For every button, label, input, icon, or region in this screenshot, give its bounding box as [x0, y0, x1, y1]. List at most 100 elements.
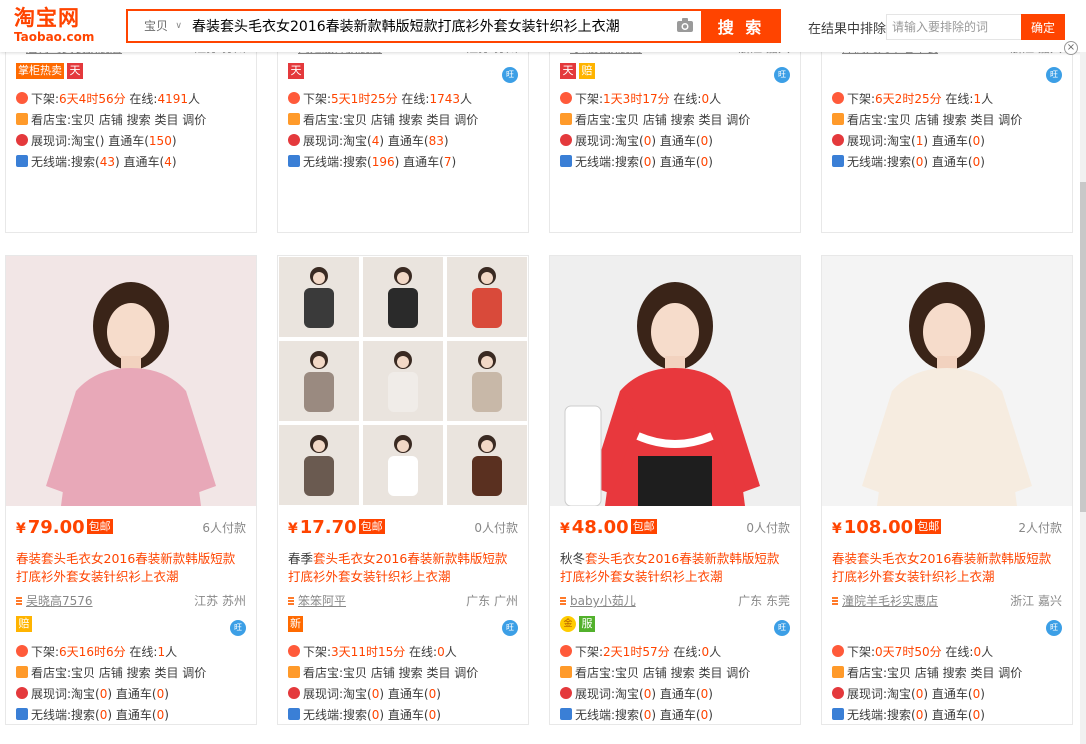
product-image[interactable] — [6, 256, 256, 506]
product-image[interactable] — [550, 256, 800, 506]
wangwang-chat-icon[interactable]: 旺 — [502, 620, 518, 636]
service-badge[interactable]: 赔 — [579, 63, 595, 79]
delist-time: 6天2时25分 — [875, 92, 942, 106]
service-badge[interactable]: 服 — [579, 616, 595, 632]
shop-tools-row[interactable]: 看店宝:宝贝 店铺 搜索 类目 调价 — [560, 110, 790, 131]
shop-name-link[interactable]: 潼院羊毛衫实惠店 — [832, 594, 938, 608]
person-icon — [288, 687, 300, 699]
search-box: 宝贝 ∨ 搜 索 — [126, 9, 781, 43]
online-unit: 人 — [981, 92, 994, 106]
keyword-close: ) — [171, 134, 177, 148]
shop-tool-icon — [16, 113, 28, 125]
product-card[interactable]: ¥79.00 包邮 6人付款 春装套头毛衣女2016春装新款韩版短款打底衫外套女装针织… — [5, 255, 257, 725]
product-card[interactable]: ¥108.00 包邮 2人付款 春装套头毛衣女2016春装新款韩版短款打底衫外套女装针… — [821, 255, 1073, 725]
shop-tools-row[interactable]: 看店宝:宝贝 店铺 搜索 类目 调价 — [832, 663, 1062, 684]
delist-label: 下架: — [847, 92, 876, 106]
online-unit: 人 — [709, 645, 722, 659]
scrollbar-thumb[interactable] — [1080, 182, 1086, 512]
service-badge[interactable]: 天 — [560, 63, 576, 79]
wangwang-chat-icon[interactable]: 旺 — [502, 67, 518, 83]
search-button[interactable]: 搜 索 — [701, 9, 781, 43]
online-count: 1 — [973, 92, 982, 106]
camera-icon[interactable] — [676, 17, 694, 33]
item-title-link[interactable]: 春季套头毛衣女2016春装新款韩版短款打底衫外套女装针织衫上衣潮 — [288, 551, 507, 584]
delist-time: 1天3时17分 — [603, 92, 670, 106]
shop-tools-row[interactable]: 看店宝:宝贝 店铺 搜索 类目 调价 — [288, 110, 518, 131]
wangwang-chat-icon[interactable]: 旺 — [1046, 67, 1062, 83]
service-badge[interactable]: 天 — [67, 63, 83, 79]
shop-tools-row[interactable]: 看店宝:宝贝 店铺 搜索 类目 调价 — [16, 110, 246, 131]
item-title-link[interactable]: 秋冬套头毛衣女2016春装新款韩版短款打底衫外套女装针织衫上衣潮 — [560, 551, 779, 584]
wangwang-chat-icon[interactable]: 旺 — [774, 620, 790, 636]
service-badge[interactable]: 天 — [288, 63, 304, 79]
item-title-link[interactable]: 春装套头毛衣女2016春装新款韩版短款打底衫外套女装针织衫上衣潮 — [16, 551, 235, 584]
wireless-close: ) — [171, 155, 177, 169]
shop-name-link[interactable]: 笨笨阿平 — [288, 594, 346, 608]
wangwang-chat-icon[interactable]: 旺 — [774, 67, 790, 83]
product-image[interactable] — [822, 256, 1072, 506]
keyword-close: ) — [980, 687, 985, 701]
product-info: ¥79.00 包邮 6人付款 春装套头毛衣女2016春装新款韩版短款打底衫外套女装针织… — [6, 506, 256, 724]
close-icon[interactable]: × — [1064, 41, 1078, 55]
keyword-label: 展现词:淘宝( — [31, 134, 100, 148]
free-shipping-badge: 包邮 — [630, 519, 657, 534]
keyword-label: 展现词:淘宝( — [847, 687, 916, 701]
clock-icon — [832, 92, 844, 104]
wireless-label: 无线端:搜索( — [303, 708, 372, 722]
shop-tools-row[interactable]: 看店宝:宝贝 店铺 搜索 类目 调价 — [288, 663, 518, 684]
shop-tools-links: 看店宝:宝贝 店铺 搜索 类目 调价 — [303, 666, 479, 680]
phone-icon — [832, 155, 844, 167]
clock-icon — [16, 645, 28, 657]
price-row: ¥17.70 包邮 0人付款 — [288, 506, 518, 550]
service-badge[interactable]: 掌柜热卖 — [16, 63, 64, 79]
sales-count: 0人付款 — [746, 521, 790, 535]
delist-time: 0天7时50分 — [875, 645, 942, 659]
product-image[interactable] — [278, 256, 528, 506]
shop-tools-row[interactable]: 看店宝:宝贝 店铺 搜索 类目 调价 — [832, 110, 1062, 131]
keyword-label: 展现词:淘宝( — [303, 687, 372, 701]
keyword-row: 展现词:淘宝() 直通车(150) — [16, 131, 246, 152]
shop-location: 广东 广州 — [466, 594, 518, 608]
wireless-row: 无线端:搜索(0) 直通车(0) — [16, 705, 246, 724]
wireless-search-count: 196 — [371, 155, 395, 169]
online-count: 1 — [157, 645, 166, 659]
product-card[interactable]: ¥48.00 包邮 0人付款 秋冬套头毛衣女2016春装新款韩版短款打底衫外套女装针织… — [549, 255, 801, 725]
product-info: ¥48.00 包邮 0人付款 秋冬套头毛衣女2016春装新款韩版短款打底衫外套女装针织… — [550, 506, 800, 724]
delist-time: 5天1时25分 — [331, 92, 398, 106]
keyword-row: 展现词:淘宝(0) 直通车(0) — [16, 684, 246, 705]
keyword-row: 展现词:淘宝(4) 直通车(83) — [288, 131, 518, 152]
exclude-input[interactable] — [886, 14, 1022, 40]
wangwang-chat-icon[interactable]: 旺 — [230, 620, 246, 636]
person-icon — [560, 134, 572, 146]
wireless-row: 无线端:搜索(0) 直通车(0) — [832, 705, 1062, 724]
keyword-close: ) — [708, 687, 713, 701]
shop-tools-links: 看店宝:宝贝 店铺 搜索 类目 调价 — [303, 113, 479, 127]
wireless-row: 无线端:搜索(0) 直通车(0) — [832, 152, 1062, 173]
search-input[interactable] — [192, 11, 672, 41]
service-badge[interactable]: 金 — [560, 616, 576, 632]
online-label: 在线: — [941, 645, 974, 659]
shop-tools-row[interactable]: 看店宝:宝贝 店铺 搜索 类目 调价 — [560, 663, 790, 684]
delist-row: 下架:6天16时6分 在线:1人 — [16, 642, 246, 663]
search-scope-dropdown[interactable]: 宝贝 ∨ — [128, 11, 192, 41]
service-badge[interactable]: 新 — [288, 616, 303, 632]
wireless-mid: ) 直通车( — [394, 155, 444, 169]
product-card[interactable]: ¥17.70 包邮 0人付款 春季套头毛衣女2016春装新款韩版短款打底衫外套女装针织… — [277, 255, 529, 725]
wireless-row: 无线端:搜索(0) 直通车(0) — [560, 705, 790, 724]
stats-block: 下架:5天1时25分 在线:1743人 看店宝:宝贝 店铺 搜索 类目 调价 展现词… — [288, 89, 518, 173]
online-unit: 人 — [188, 92, 201, 106]
badge-row: 天赔 旺 — [560, 63, 790, 87]
shop-name-link[interactable]: 吴晓高7576 — [16, 594, 93, 608]
item-title-link[interactable]: 春装套头毛衣女2016春装新款韩版短款打底衫外套女装针织衫上衣潮 — [832, 551, 1051, 584]
product-info: ¥108.00 包邮 2人付款 春装套头毛衣女2016春装新款韩版短款打底衫外套女装针… — [822, 506, 1072, 724]
exclude-confirm-button[interactable]: 确定 — [1021, 14, 1065, 40]
wireless-row: 无线端:搜索(196) 直通车(7) — [288, 152, 518, 173]
shop-tools-row[interactable]: 看店宝:宝贝 店铺 搜索 类目 调价 — [16, 663, 246, 684]
service-badge[interactable]: 赔 — [16, 616, 32, 632]
wangwang-chat-icon[interactable]: 旺 — [1046, 620, 1062, 636]
wireless-label: 无线端:搜索( — [31, 708, 100, 722]
shop-row: 笨笨阿平 广东 广州 — [288, 590, 518, 612]
taobao-logo[interactable]: 淘宝网 Taobao.com — [14, 6, 100, 46]
free-shipping-badge: 包邮 — [358, 519, 385, 534]
shop-name-link[interactable]: baby小茹儿 — [560, 594, 636, 608]
